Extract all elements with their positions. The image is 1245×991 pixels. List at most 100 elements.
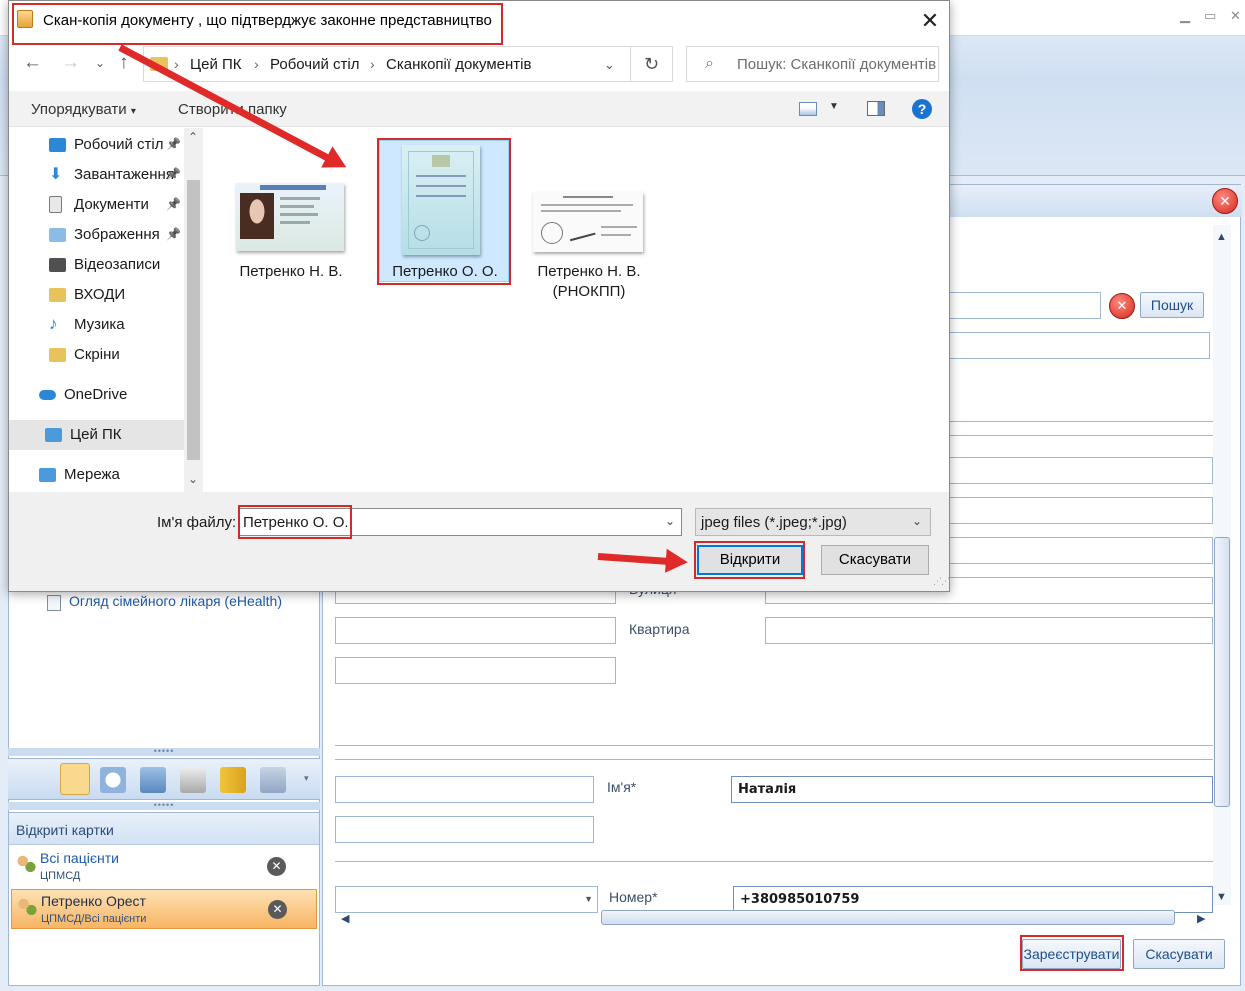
form-field[interactable] [335,657,616,684]
file-name: Петренко Н. В. [239,263,343,280]
scroll-down-icon[interactable]: ▼ [1216,891,1227,903]
divider [943,421,1213,422]
scroll-up-icon[interactable]: ▲ [1216,231,1227,243]
nav-item[interactable]: Цей ПК [9,420,184,450]
documents-icon [49,196,62,213]
archive-icon[interactable] [260,767,286,793]
back-arrow-icon[interactable]: ← [23,52,42,74]
nav-item[interactable]: OneDrive [9,380,184,410]
scroll-right-icon[interactable]: ▶ [1197,912,1205,925]
form-field[interactable] [943,332,1210,359]
pictures-icon [49,228,66,242]
cancel-form-button[interactable]: Скасувати [1133,939,1225,969]
nav-item[interactable]: Скріни [9,340,184,370]
nav-item-label: Музика [74,316,125,333]
view-options-icon[interactable] [799,102,817,116]
cancel-button[interactable]: Скасувати [821,545,929,575]
books-icon[interactable] [220,767,246,793]
nav-item-label: Цей ПК [70,426,122,443]
close-window-icon[interactable]: ✕ [1230,8,1241,24]
splitter-grip[interactable]: ••••• [8,801,320,810]
apartment-field[interactable] [765,617,1213,644]
scroll-thumb[interactable] [601,910,1175,925]
open-card-petrenko[interactable]: Петренко Орест ЦПМСД/Всі пацієнти ✕ [11,889,317,929]
maximize-icon[interactable]: ▭ [1204,8,1216,24]
search-button[interactable]: Пошук [1140,292,1204,318]
help-icon[interactable]: ? [912,99,932,119]
form-field[interactable] [943,537,1213,564]
breadcrumb-this-pc[interactable]: Цей ПК [190,56,242,73]
horizontal-scrollbar[interactable]: ◀ ▶ [335,907,1209,927]
breadcrumb-desktop[interactable]: Робочий стіл [270,56,360,73]
nav-item[interactable]: ⬇ Завантаження 📌 [9,160,184,190]
form-field[interactable] [943,497,1213,524]
people-icon [15,855,37,875]
nav-item-label: ВХОДИ [74,286,126,303]
number-label: Номер* [609,889,658,905]
minimize-icon[interactable]: ▁ [1180,8,1190,24]
apartment-label: Квартира [629,621,690,637]
close-card-icon[interactable]: ✕ [268,900,287,919]
recent-locations-icon[interactable]: ⌄ [95,56,105,70]
first-name-field[interactable]: Наталія [731,776,1213,803]
vertical-scrollbar[interactable]: ▲ ▼ [1213,225,1231,905]
toolbar-overflow-icon[interactable]: ▾ [304,773,309,784]
nav-item[interactable]: Зображення 📌 [9,220,184,250]
clear-search-icon[interactable]: ✕ [1109,293,1135,319]
annotation-box [377,138,511,285]
nav-item[interactable]: ♪ Музика [9,310,184,340]
scroll-left-icon[interactable]: ◀ [341,912,349,925]
navigation-scrollbar[interactable]: ⌃ ⌄ [184,128,203,492]
nav-item[interactable]: Робочий стіл 📌 [9,130,184,160]
breadcrumb-scans[interactable]: Сканкопії документів [386,56,531,73]
organize-button[interactable]: Упорядкувати ▾ [31,101,136,118]
preview-pane-icon[interactable] [867,101,885,116]
tree-item-label[interactable]: Огляд сімейного лікаря (eHealth) [69,593,282,609]
id-card-thumbnail [236,183,344,251]
divider [335,861,1213,862]
chevron-down-icon[interactable]: ⌄ [665,514,675,528]
nav-item[interactable]: Відеозаписи [9,250,184,280]
close-icon[interactable]: ✕ [915,7,945,37]
close-form-icon[interactable]: ✕ [1212,188,1238,214]
file-item[interactable]: Петренко Н. В. (РНОКПП) [523,138,655,304]
last-name-field[interactable] [335,776,594,803]
forward-arrow-icon[interactable]: → [61,52,80,74]
nav-item[interactable]: Документи 📌 [9,190,184,220]
phone-value: +380985010759 [740,892,860,907]
pin-icon: 📌 [166,137,181,151]
card-name: Петренко Орест [41,893,146,909]
schedule-icon[interactable] [100,767,126,793]
folder-icon [49,288,66,302]
splitter-grip[interactable]: ••••• [8,747,320,756]
first-name-value: Наталія [738,782,797,797]
scroll-thumb[interactable] [1214,537,1230,807]
search-input[interactable]: ⌕ Пошук: Сканкопії документів [686,46,939,82]
desktop-icon [49,138,66,152]
nav-item[interactable]: ВХОДИ [9,280,184,310]
building-field[interactable] [335,617,616,644]
card-view-icon[interactable] [60,763,90,795]
nav-item[interactable]: Мережа [9,460,184,490]
refresh-icon[interactable]: ↻ [631,46,673,82]
search-placeholder: Пошук: Сканкопії документів [737,56,937,73]
file-open-dialog: Скан-копія документу , що підтверджує за… [8,0,950,592]
search-field[interactable] [943,292,1101,319]
home-icon[interactable] [140,767,166,793]
resize-grip-icon[interactable]: ⋰⋰ [933,576,950,587]
scroll-down-icon[interactable]: ⌄ [188,472,198,486]
open-card-all-patients[interactable]: Всі пацієнти ЦПМСД ✕ [11,847,317,887]
scroll-thumb[interactable] [187,180,200,460]
address-bar[interactable]: › Цей ПК › Робочий стіл › Сканкопії доку… [143,46,631,82]
filetype-select[interactable]: jpeg files (*.jpeg;*.jpg) ⌄ [695,508,931,536]
chevron-down-icon[interactable]: ▼ [829,101,839,112]
form-field[interactable] [943,457,1213,484]
file-name: Петренко Н. В. (РНОКПП) [537,263,641,300]
scroll-up-icon[interactable]: ⌃ [188,130,198,144]
pin-icon: 📌 [166,167,181,181]
middle-name-field[interactable] [335,816,594,843]
print-icon[interactable] [180,767,206,793]
chevron-down-icon[interactable]: ⌄ [604,57,615,73]
close-card-icon[interactable]: ✕ [267,857,286,876]
tree-item-family-doctor[interactable]: Огляд сімейного лікаря (eHealth) [9,591,321,617]
